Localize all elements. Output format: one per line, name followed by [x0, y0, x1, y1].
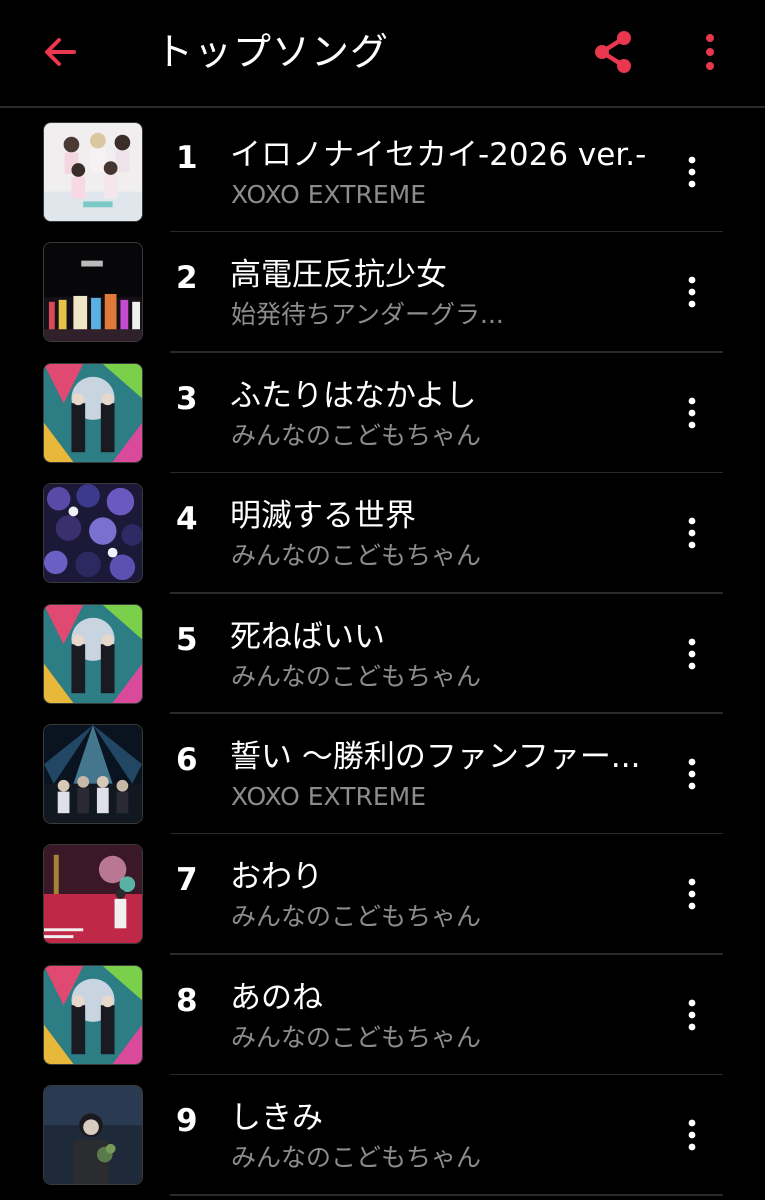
song-artist: みんなのこどもちゃん [231, 902, 482, 932]
album-art [43, 964, 143, 1065]
song-rank: 2 [176, 260, 198, 297]
more-vertical-icon [688, 638, 696, 669]
song-rank: 8 [176, 982, 198, 1019]
song-artist: みんなのこどもちゃん [231, 420, 482, 450]
album-art [43, 122, 143, 222]
song-row[interactable]: 8 あのね みんなのこどもちゃん [0, 955, 765, 1076]
more-vertical-icon [688, 878, 696, 910]
share-icon [595, 31, 631, 73]
album-art [43, 603, 143, 704]
album-art [43, 723, 143, 824]
song-title: 誓い 〜勝利のファンファー... [230, 738, 641, 775]
song-title: しきみ [230, 1100, 323, 1137]
song-more-button[interactable] [674, 1111, 710, 1159]
song-rank: 9 [176, 1103, 198, 1140]
song-artist: みんなのこどもちゃん [231, 541, 482, 571]
album-art [43, 844, 143, 945]
more-vertical-icon [688, 1119, 696, 1151]
back-button[interactable] [36, 28, 84, 76]
song-row[interactable]: 6 誓い 〜勝利のファンファー... XOXO EXTREME [0, 714, 765, 835]
song-more-button[interactable] [674, 630, 710, 678]
song-more-button[interactable] [674, 268, 710, 316]
more-vertical-icon [688, 156, 696, 188]
song-artist: XOXO EXTREME [231, 781, 427, 811]
song-row[interactable]: 9 しきみ みんなのこどもちゃん [0, 1075, 765, 1196]
song-more-button[interactable] [674, 148, 710, 196]
song-more-button[interactable] [674, 509, 710, 557]
song-row[interactable]: 2 高電圧反抗少女 始発待ちアンダーグラ... [0, 232, 765, 353]
song-rank: 1 [176, 140, 198, 176]
song-more-button[interactable] [674, 870, 710, 918]
song-row[interactable]: 7 おわり みんなのこどもちゃん [0, 834, 765, 955]
song-artist: みんなのこどもちゃん [231, 661, 482, 691]
song-rank: 3 [176, 380, 198, 417]
album-art [43, 242, 143, 343]
song-title: ふたりはなかよし [230, 377, 477, 414]
app-header: トップソング [0, 0, 765, 108]
more-vertical-icon [688, 999, 696, 1031]
song-row[interactable]: 4 明滅する世界 みんなのこどもちゃん [0, 473, 765, 594]
song-title: イロノナイセカイ-2026 ver.- [230, 137, 647, 173]
song-rank: 4 [176, 501, 198, 538]
song-row[interactable]: 3 ふたりはなかよし みんなのこどもちゃん [0, 353, 765, 474]
song-more-button[interactable] [674, 389, 710, 437]
song-title: あのね [230, 979, 323, 1016]
song-row[interactable]: 5 死ねばいい みんなのこどもちゃん [0, 594, 765, 714]
song-title: 高電圧反抗少女 [230, 257, 447, 294]
song-title: 明滅する世界 [230, 498, 416, 535]
song-artist: 始発待ちアンダーグラ... [231, 300, 504, 330]
page-title: トップソング [155, 30, 390, 74]
album-art [43, 362, 143, 463]
song-title: 死ねばいい [230, 618, 385, 655]
song-artist: XOXO EXTREME [231, 180, 427, 209]
song-row[interactable]: 1 イロノナイセカイ-2026 ver.- XOXO EXTREME [0, 112, 765, 233]
song-more-button[interactable] [674, 991, 710, 1039]
more-vertical-icon [706, 34, 714, 70]
song-artist: みんなのこどもちゃん [231, 1022, 482, 1052]
song-rank: 7 [176, 862, 198, 899]
more-options-button[interactable] [690, 28, 730, 76]
song-artist: みんなのこどもちゃん [231, 1143, 482, 1173]
share-button[interactable] [588, 26, 638, 78]
more-vertical-icon [688, 758, 696, 790]
top-songs-list: 1 イロノナイセカイ-2026 ver.- XOXO EXTREME 2 高電圧… [0, 112, 765, 1196]
album-art [43, 1085, 143, 1186]
song-rank: 6 [176, 741, 198, 778]
more-vertical-icon [688, 517, 696, 549]
more-vertical-icon [688, 276, 696, 308]
album-art [43, 483, 143, 584]
song-rank: 5 [176, 621, 198, 658]
row-divider [170, 1194, 723, 1196]
song-more-button[interactable] [674, 750, 710, 798]
song-title: おわり [230, 859, 323, 896]
arrow-left-icon [45, 38, 76, 66]
more-vertical-icon [688, 397, 696, 429]
